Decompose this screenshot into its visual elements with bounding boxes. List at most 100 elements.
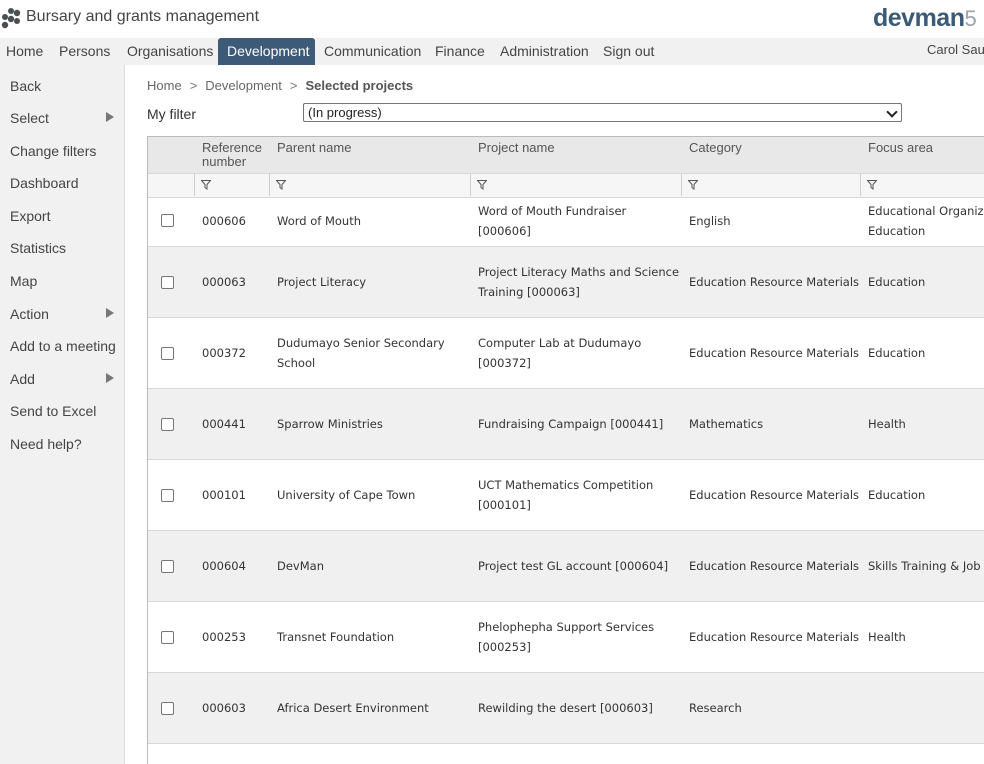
table-row[interactable]: 000372 Dudumayo Senior Secondary School … (148, 318, 984, 389)
sidebar-item-send-to-excel[interactable]: Send to Excel (10, 403, 120, 419)
row-checkbox[interactable] (161, 276, 174, 289)
current-user[interactable]: Carol Sau (927, 38, 984, 65)
brand-version: 5 (964, 6, 977, 31)
nav-sign-out[interactable]: Sign out (597, 38, 660, 65)
main-nav: Home Persons Organisations Development C… (0, 38, 984, 65)
table-row[interactable]: 000604 DevMan Project test GL account [0… (148, 531, 984, 602)
nav-communication[interactable]: Communication (318, 38, 427, 65)
table-row[interactable]: 000063 Project Literacy Project Literacy… (148, 247, 984, 318)
sidebar-item-label: Map (10, 273, 38, 289)
cell-category: Education Resource Materials (689, 559, 860, 573)
filter-select[interactable]: (In progress) (303, 103, 902, 122)
filter-icon (688, 180, 698, 190)
sidebar-item-change-filters[interactable]: Change filters (10, 143, 120, 159)
column-header-reference-number[interactable]: Reference number (202, 141, 272, 169)
brand-name: devman (873, 4, 965, 32)
cell-project-name[interactable]: Word of Mouth Fundraiser [000606] (478, 201, 626, 241)
cell-project-name[interactable]: Project Literacy Maths and Science Traini… (478, 262, 679, 302)
cell-category: English (689, 214, 731, 228)
row-checkbox[interactable] (161, 489, 174, 502)
filter-icon (477, 180, 487, 190)
cell-parent-name: Project Literacy (277, 275, 367, 289)
filter-cell-parent-name[interactable] (269, 174, 471, 196)
cell-project-name-line: Fundraising Campaign [000441] (478, 417, 664, 431)
breadcrumb-home[interactable]: Home (147, 78, 182, 93)
breadcrumb-separator: > (289, 78, 298, 93)
cell-project-name[interactable]: Fundraising Campaign [000441] (478, 414, 663, 434)
cell-parent-name: Dudumayo Senior Secondary School (277, 336, 445, 370)
table-row[interactable]: 000101 University of Cape Town UCT Mathe… (148, 460, 984, 531)
cell-project-name[interactable]: UCT Mathematics Competition [000101] (478, 475, 653, 515)
cell-project-name[interactable]: Project test GL account [000604] (478, 556, 668, 576)
nav-development[interactable]: Development (218, 38, 315, 65)
cell-project-name-line: [000606] (478, 224, 531, 238)
column-header-category[interactable]: Category (689, 141, 742, 155)
nav-administration[interactable]: Administration (494, 38, 595, 65)
sidebar-item-label: Back (10, 78, 42, 94)
sidebar-item-need-help[interactable]: Need help? (10, 436, 120, 452)
table-row[interactable]: 000441 Sparrow Ministries Fundraising Ca… (148, 389, 984, 460)
cell-focus-area-line: Education (868, 224, 926, 238)
sidebar-item-statistics[interactable]: Statistics (10, 240, 120, 256)
sidebar-item-label: Change filters (10, 143, 97, 159)
chevron-down-icon (886, 106, 898, 118)
app-title: Bursary and grants management (26, 8, 260, 25)
nav-persons[interactable]: Persons (53, 38, 116, 65)
row-checkbox[interactable] (161, 347, 174, 360)
table-row[interactable]: 000253 Transnet Foundation Phelophepha S… (148, 602, 984, 673)
column-header-focus-area[interactable]: Focus area (868, 141, 933, 155)
filter-cell-category[interactable] (681, 174, 861, 196)
cell-parent-name: Africa Desert Environment (277, 701, 429, 715)
filter-icon (867, 180, 877, 190)
cell-parent-name: DevMan (277, 559, 324, 573)
sidebar: Back Select Change filters Dashboard Exp… (0, 65, 125, 764)
row-checkbox[interactable] (161, 702, 174, 715)
filter-cell-reference-number[interactable] (194, 174, 270, 196)
sidebar-item-label: Select (10, 110, 49, 126)
sidebar-item-map[interactable]: Map (10, 273, 120, 289)
cell-project-name-line: [000253] (478, 640, 531, 654)
filter-cell-project-name[interactable] (470, 174, 682, 196)
sidebar-item-label: Add (10, 371, 35, 387)
row-checkbox[interactable] (161, 560, 174, 573)
chevron-right-icon (106, 112, 114, 122)
cell-category: Mathematics (689, 417, 764, 431)
column-header-project-name[interactable]: Project name (478, 141, 555, 155)
sidebar-item-back[interactable]: Back (10, 78, 120, 94)
cell-project-name-line: Project Literacy Maths and Science (478, 265, 680, 279)
brand-logo[interactable]: devman5 (873, 4, 977, 33)
sidebar-item-label: Dashboard (10, 175, 79, 191)
sidebar-item-add-to-meeting[interactable]: Add to a meeting (10, 338, 120, 354)
cell-reference-number: 000372 (202, 346, 246, 360)
nav-finance[interactable]: Finance (429, 38, 491, 65)
cell-parent-name: University of Cape Town (277, 488, 416, 502)
table-row[interactable]: 000603 Africa Desert Environment Rewildi… (148, 673, 984, 744)
sidebar-item-dashboard[interactable]: Dashboard (10, 175, 120, 191)
row-checkbox[interactable] (161, 631, 174, 644)
sidebar-item-label: Need help? (10, 436, 82, 452)
nav-organisations[interactable]: Organisations (121, 38, 219, 65)
sidebar-item-export[interactable]: Export (10, 208, 120, 224)
cell-project-name[interactable]: Phelophepha Support Services [000253] (478, 617, 654, 657)
table-row[interactable]: 000606 Word of Mouth Word of Mouth Fundr… (148, 196, 984, 247)
cell-category: Education Resource Materials (689, 488, 860, 502)
sidebar-item-label: Statistics (10, 240, 67, 256)
row-checkbox[interactable] (161, 214, 174, 227)
sidebar-item-select[interactable]: Select (10, 110, 120, 126)
sidebar-item-action[interactable]: Action (10, 306, 120, 322)
sidebar-item-add[interactable]: Add (10, 371, 120, 387)
breadcrumb-development[interactable]: Development (205, 78, 282, 93)
cell-project-name[interactable]: Rewilding the desert [000603] (478, 698, 653, 718)
cell-project-name-line: Computer Lab at Dudumayo (478, 336, 642, 350)
cell-parent-name: Word of Mouth (277, 214, 361, 228)
filter-icon (276, 180, 286, 190)
row-checkbox[interactable] (161, 418, 174, 431)
filter-cell-focus-area[interactable] (860, 174, 984, 196)
cell-project-name-line: Phelophepha Support Services (478, 620, 655, 634)
nav-home[interactable]: Home (0, 38, 49, 65)
cell-project-name-line: Training [000063] (478, 285, 580, 299)
column-header-parent-name[interactable]: Parent name (277, 141, 351, 155)
cell-project-name[interactable]: Computer Lab at Dudumayo [000372] (478, 333, 641, 373)
filter-row (148, 173, 984, 198)
cell-focus-area: Health (868, 630, 906, 644)
